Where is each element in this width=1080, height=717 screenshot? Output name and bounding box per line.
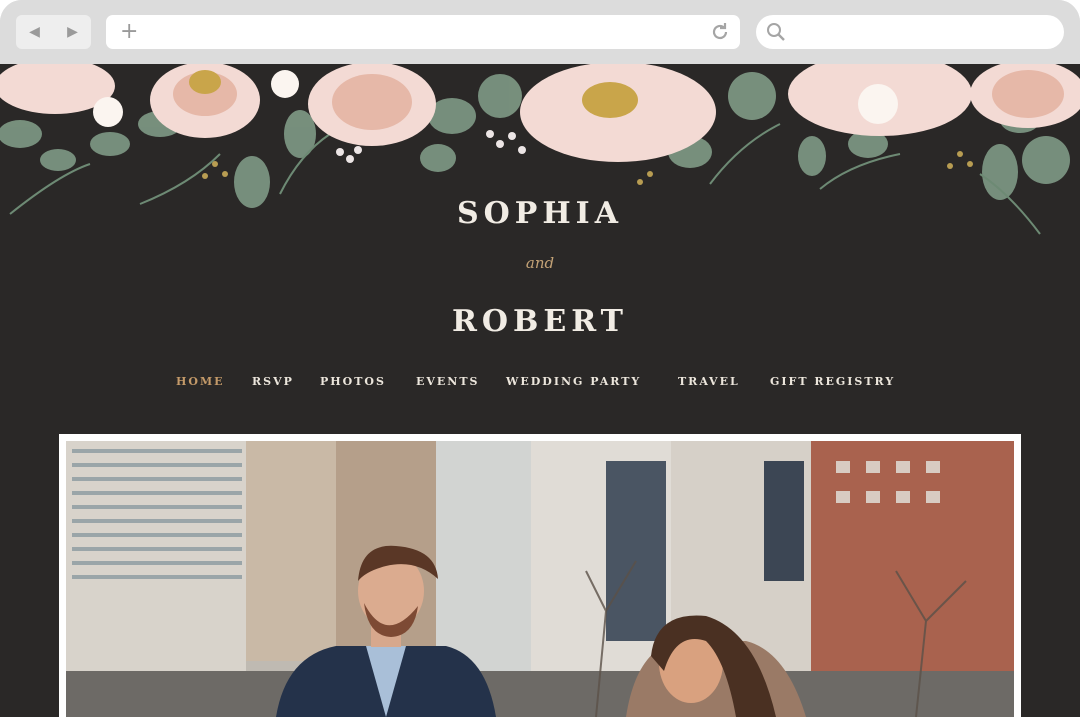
engagement-photo-illustration xyxy=(66,441,1014,717)
nav-item-wedding-party[interactable]: WEDDING PARTY xyxy=(506,375,641,388)
reload-icon[interactable] xyxy=(708,20,732,44)
engagement-photo xyxy=(66,441,1014,717)
couple-name-first: SOPHIA xyxy=(456,196,623,231)
nav-item-rsvp[interactable]: RSVP xyxy=(252,375,294,388)
plus-icon[interactable]: + xyxy=(120,18,138,46)
wedding-website: SOPHIA and ROBERT HOME RSVP PHOTOS EVENT… xyxy=(0,64,1080,717)
back-arrow-icon: ◀ xyxy=(29,24,40,40)
couple-name-second: ROBERT xyxy=(451,304,628,339)
forward-button[interactable]: ▶ xyxy=(54,15,91,49)
back-button[interactable]: ◀ xyxy=(16,15,53,49)
couple-conjunction: and xyxy=(525,254,555,272)
search-input[interactable] xyxy=(756,15,1064,49)
nav-item-gift-registry[interactable]: GIFT REGISTRY xyxy=(770,375,895,388)
nav-item-photos[interactable]: PHOTOS xyxy=(320,375,386,388)
nav-item-home[interactable]: HOME xyxy=(176,375,225,388)
address-bar[interactable]: + xyxy=(106,15,740,49)
browser-toolbar: ◀ ▶ + xyxy=(0,0,1080,64)
hero-photo-frame xyxy=(59,434,1021,717)
browser-window: ◀ ▶ + SOPHIA and ROBERT HOME RSVP PHOTOS… xyxy=(0,0,1080,717)
history-buttons: ◀ ▶ xyxy=(16,15,91,49)
nav-item-events[interactable]: EVENTS xyxy=(416,375,480,388)
search-icon xyxy=(767,23,785,41)
site-navigation: HOME RSVP PHOTOS EVENTS WEDDING PARTY TR… xyxy=(0,375,1080,391)
nav-item-travel[interactable]: TRAVEL xyxy=(678,375,740,388)
forward-arrow-icon: ▶ xyxy=(67,24,78,40)
